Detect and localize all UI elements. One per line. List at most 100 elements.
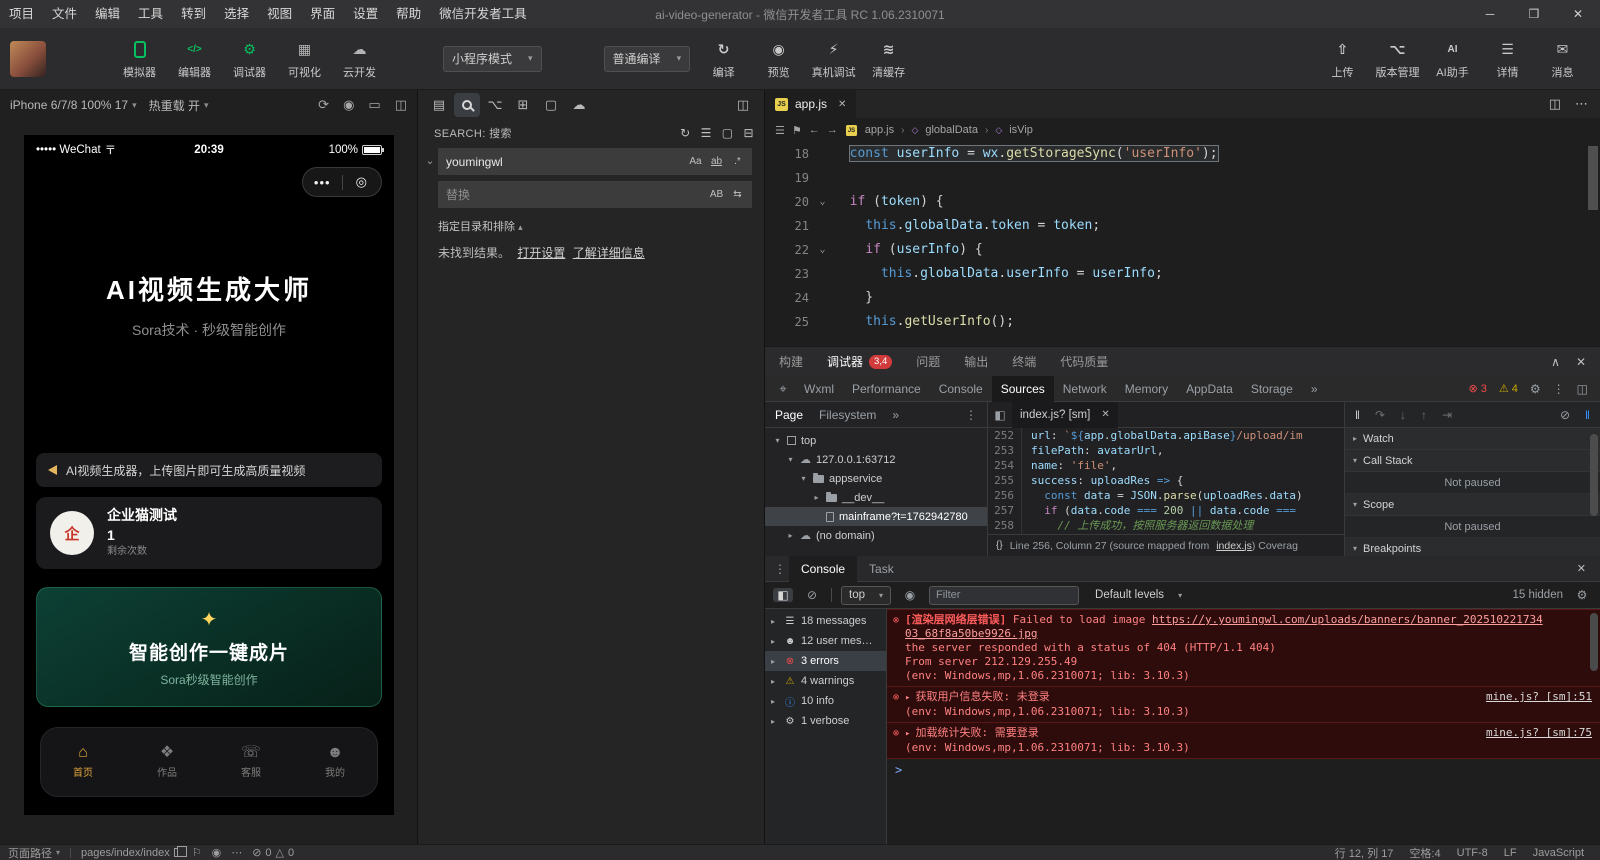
toolbar-button[interactable]: ✉消息 (1535, 37, 1590, 80)
regex-icon[interactable]: .* (727, 153, 748, 171)
console-filter-input[interactable] (929, 586, 1079, 605)
tree-item[interactable]: ▾☁127.0.0.1:63712 (765, 450, 987, 469)
statusbar-item[interactable]: 行 12, 列 17 (1335, 845, 1394, 860)
replace-input[interactable] (446, 188, 706, 202)
learn-more-link[interactable]: 了解详细信息 (573, 246, 645, 260)
statusbar-item[interactable]: JavaScript (1533, 845, 1584, 860)
search-icon[interactable] (454, 93, 480, 117)
user-avatar[interactable] (10, 41, 46, 77)
tab-index-js[interactable]: index.js? [sm] ✕ (1012, 402, 1118, 428)
capsule-menu[interactable]: ••• ◎ (302, 167, 382, 197)
devtools-tab-appdata[interactable]: AppData (1177, 376, 1242, 402)
forward-icon[interactable]: → (827, 124, 838, 136)
clear-console-icon[interactable]: ⊘ (802, 588, 822, 602)
split-editor-icon[interactable]: ◫ (1549, 96, 1561, 112)
more-actions-icon[interactable]: ⋯ (1575, 96, 1588, 112)
whole-word-icon[interactable]: ab (706, 153, 727, 171)
console-filter-item[interactable]: ▸ⓘ10 info (765, 691, 886, 711)
section-scope[interactable]: ▾Scope (1345, 494, 1600, 516)
toolbar-button[interactable]: ◉预览 (751, 37, 806, 80)
search-input-box[interactable]: Aa ab .* (438, 148, 752, 175)
step-icon[interactable]: ⇥ (1442, 408, 1452, 422)
outline-icon[interactable]: ☰ (775, 124, 785, 137)
close-icon[interactable]: ✕ (1101, 409, 1109, 420)
scrollbar-thumb[interactable] (1590, 434, 1598, 516)
file-preview-icon[interactable]: ▢ (538, 93, 564, 117)
search-details-toggle[interactable]: 指定目录和排除 ▴ (418, 208, 764, 234)
panel-tab[interactable]: 问题 (916, 353, 940, 370)
page-path-selector[interactable]: 页面路径 ▾ (8, 845, 60, 860)
section-breakpoints[interactable]: ▾Breakpoints (1345, 538, 1600, 556)
collapse-panel-icon[interactable]: ∧ (1551, 355, 1560, 369)
devtools-tab-network[interactable]: Network (1054, 376, 1116, 402)
preserve-case-icon[interactable]: AB (706, 186, 727, 204)
console-filter-item[interactable]: ▸⚠4 warnings (765, 671, 886, 691)
hot-reload-toggle[interactable]: 热重载 开 ▾ (149, 97, 209, 114)
toolbar-button[interactable]: ⌥版本管理 (1370, 37, 1425, 80)
overflow-tabs-icon[interactable]: » (1302, 376, 1327, 402)
tree-item[interactable]: mainframe?t=1762942780 (765, 507, 987, 526)
expand-icon[interactable]: ▸ (905, 729, 910, 739)
menu-item[interactable]: 微信开发者工具 (430, 0, 536, 28)
context-selector[interactable]: top ▾ (841, 586, 891, 605)
devtools-tab-sources[interactable]: Sources (992, 376, 1054, 402)
replace-input-box[interactable]: AB ⇆ (438, 181, 752, 208)
tab-app-js[interactable]: JS app.js ✕ (765, 90, 856, 118)
close-icon[interactable]: ✕ (838, 99, 846, 110)
error-url-link[interactable]: https://y.youmingwl.com/uploads/banners/… (1152, 613, 1543, 626)
console-sidebar-icon[interactable]: ◧ (773, 588, 793, 602)
match-case-icon[interactable]: Aa (685, 153, 706, 171)
editor-scrollbar[interactable] (1586, 142, 1600, 346)
menu-item[interactable]: 选择 (215, 0, 258, 28)
toolbar-button[interactable]: 模拟器 (112, 37, 167, 80)
toolbar-button[interactable]: </>编辑器 (167, 37, 222, 80)
toolbar-button[interactable]: AIAI助手 (1425, 37, 1480, 80)
notice-banner[interactable]: AI视频生成器，上传图片即可生成高质量视频 (36, 453, 382, 487)
minimize-button[interactable]: ─ (1468, 0, 1512, 28)
navigator-tab-filesystem[interactable]: Filesystem (819, 408, 876, 422)
tree-item[interactable]: ▸☁(no domain) (765, 526, 987, 545)
source-map-link[interactable]: index.js (1216, 540, 1252, 552)
menu-item[interactable]: 界面 (301, 0, 344, 28)
tree-item[interactable]: ▸__dev__ (765, 488, 987, 507)
toolbar-button[interactable]: ⚡真机调试 (806, 37, 861, 80)
close-button[interactable]: ✕ (1556, 0, 1600, 28)
panel-tab[interactable]: 构建 (779, 353, 803, 370)
menu-item[interactable]: 工具 (129, 0, 172, 28)
overflow-tabs-icon[interactable]: » (892, 408, 899, 422)
scrollbar-thumb[interactable] (1588, 146, 1598, 210)
record-icon[interactable]: ◉ (343, 97, 354, 113)
menu-item[interactable]: 设置 (344, 0, 387, 28)
tabbar-item[interactable]: ☻我的 (293, 728, 377, 796)
section-call-stack[interactable]: ▾Call Stack (1345, 450, 1600, 472)
tree-item[interactable]: ▾top (765, 431, 987, 450)
code-editor[interactable]: 18 const userInfo = wx.getStorageSync('u… (765, 142, 1600, 346)
expand-icon[interactable]: ▸ (905, 693, 910, 703)
console-tab-console[interactable]: Console (789, 556, 857, 582)
navigator-tab-page[interactable]: Page (775, 408, 803, 422)
extensions-icon[interactable]: ⊞ (510, 93, 536, 117)
clear-results-icon[interactable]: ☰ (701, 126, 712, 140)
home-capsule-icon[interactable]: ◎ (343, 174, 382, 190)
source-control-icon[interactable]: ⌥ (482, 93, 508, 117)
toolbar-button[interactable]: ☰详情 (1480, 37, 1535, 80)
replace-all-icon[interactable]: ⇆ (727, 186, 748, 204)
layout-icon[interactable]: ◫ (730, 93, 756, 117)
toggle-navigator-icon[interactable]: ◧ (988, 408, 1012, 422)
toolbar-button[interactable]: ☁云开发 (332, 37, 387, 80)
more-icon[interactable]: ⋮ (1553, 382, 1565, 396)
scrollbar-thumb[interactable] (1590, 613, 1598, 671)
more-icon[interactable]: ⋯ (231, 846, 242, 859)
source-location-link[interactable]: mine.js? [sm]:75 (1474, 726, 1592, 741)
compile-mode-select[interactable]: 普通编译 ▾ (604, 46, 691, 72)
tabbar-item[interactable]: ⌂首页 (41, 728, 125, 796)
console-filter-item[interactable]: ▸☰18 messages (765, 611, 886, 631)
create-cta-card[interactable]: ✦ 智能创作一键成片 Sora秒级智能创作 (36, 587, 382, 707)
screenshot-icon[interactable]: ▭ (368, 97, 380, 113)
current-page-path[interactable]: pages/index/index (81, 847, 182, 859)
bookmark-icon[interactable]: ⚑ (792, 124, 802, 137)
devtools-tab-memory[interactable]: Memory (1116, 376, 1177, 402)
step-out-icon[interactable]: ↑ (1421, 408, 1427, 422)
menu-item[interactable]: 文件 (43, 0, 86, 28)
refresh-icon[interactable]: ⟳ (318, 97, 329, 113)
